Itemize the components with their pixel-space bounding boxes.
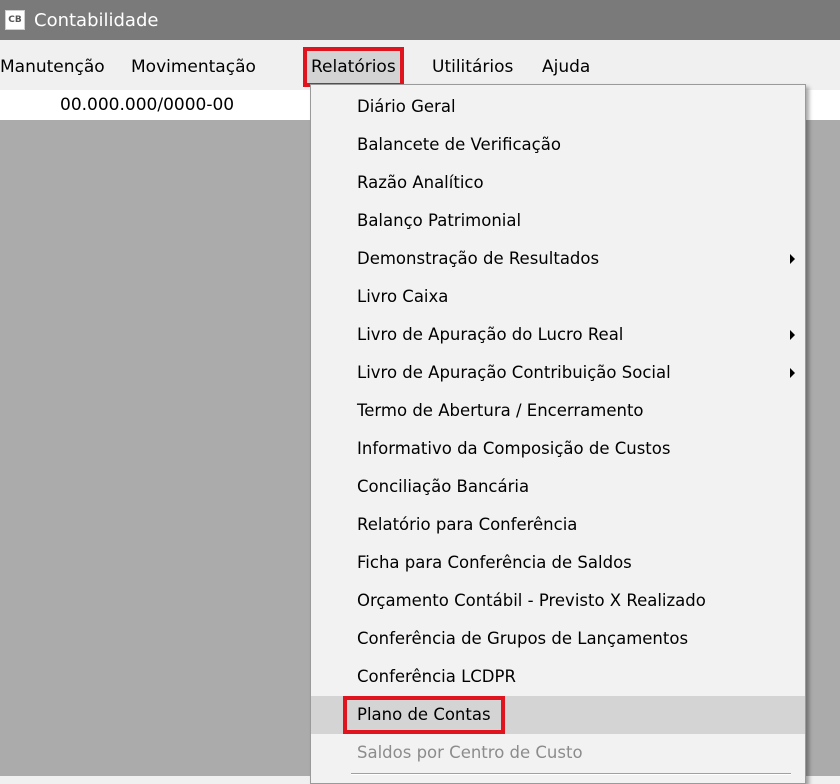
menu-item-label: Demonstração de Resultados bbox=[357, 249, 600, 268]
menu-item-razao-analitico[interactable]: Razão Analítico bbox=[311, 164, 805, 202]
window-title: Contabilidade bbox=[34, 9, 159, 31]
menu-item-label: Diário Geral bbox=[357, 97, 456, 116]
submenu-arrow-icon bbox=[790, 254, 795, 264]
menu-item-diario-geral[interactable]: Diário Geral bbox=[311, 88, 805, 126]
menu-item-ficha-conferencia-saldos[interactable]: Ficha para Conferência de Saldos bbox=[311, 544, 805, 582]
menu-item-label: Balancete de Verificação bbox=[357, 135, 561, 154]
menu-item-demonstracao-resultados[interactable]: Demonstração de Resultados bbox=[311, 240, 805, 278]
menu-item-composicao-custos[interactable]: Informativo da Composição de Custos bbox=[311, 430, 805, 468]
menu-item-label: Conciliação Bancária bbox=[357, 477, 530, 496]
menu-item-orcamento-contabil[interactable]: Orçamento Contábil - Previsto X Realizad… bbox=[311, 582, 805, 620]
menu-relatorios[interactable]: Relatórios bbox=[303, 47, 404, 87]
menu-item-label: Conferência de Grupos de Lançamentos bbox=[357, 629, 689, 648]
menu-item-label: Livro Caixa bbox=[357, 287, 449, 306]
menu-item-label: Balanço Patrimonial bbox=[357, 211, 522, 230]
menu-item-label: Informativo da Composição de Custos bbox=[357, 439, 671, 458]
submenu-arrow-icon bbox=[790, 368, 795, 378]
menu-item-livro-caixa[interactable]: Livro Caixa bbox=[311, 278, 805, 316]
menu-ajuda[interactable]: Ajuda bbox=[542, 47, 590, 87]
menu-item-relatorio-conferencia[interactable]: Relatório para Conferência bbox=[311, 506, 805, 544]
menu-item-conciliacao-bancaria[interactable]: Conciliação Bancária bbox=[311, 468, 805, 506]
menu-item-conferencia-grupos[interactable]: Conferência de Grupos de Lançamentos bbox=[311, 620, 805, 658]
menu-movimentacao[interactable]: Movimentação bbox=[131, 47, 256, 87]
app-icon[interactable]: CB bbox=[5, 10, 25, 30]
menu-item-termo-abertura[interactable]: Termo de Abertura / Encerramento bbox=[311, 392, 805, 430]
menu-item-conferencia-lcdpr[interactable]: Conferência LCDPR bbox=[311, 658, 805, 696]
title-bar: CB Contabilidade bbox=[0, 0, 840, 40]
menu-item-label: Razão Analítico bbox=[357, 173, 484, 192]
menu-separator bbox=[351, 773, 791, 775]
cnpj-label: 00.000.000/0000-00 bbox=[60, 95, 235, 115]
menu-bar: Manutenção Movimentação Relatórios Utili… bbox=[0, 47, 840, 87]
menu-item-balancete-verificacao[interactable]: Balancete de Verificação bbox=[311, 126, 805, 164]
menu-item-label: Livro de Apuração Contribuição Social bbox=[357, 363, 671, 382]
menu-item-label: Relatório para Conferência bbox=[357, 515, 578, 534]
menu-item-label: Termo de Abertura / Encerramento bbox=[357, 401, 644, 420]
menu-utilitarios[interactable]: Utilitários bbox=[432, 47, 513, 87]
menu-item-balanco-patrimonial[interactable]: Balanço Patrimonial bbox=[311, 202, 805, 240]
menu-manutencao[interactable]: Manutenção bbox=[0, 47, 105, 87]
submenu-arrow-icon bbox=[790, 330, 795, 340]
menu-item-label: Plano de Contas bbox=[343, 696, 505, 734]
menu-item-plano-de-contas[interactable]: Plano de Contas bbox=[311, 696, 805, 734]
menu-item-label: Conferência LCDPR bbox=[357, 667, 516, 686]
menu-item-saldos-centro-custo: Saldos por Centro de Custo bbox=[311, 734, 805, 772]
menu-item-contribuicao-social[interactable]: Livro de Apuração Contribuição Social bbox=[311, 354, 805, 392]
menu-item-label: Livro de Apuração do Lucro Real bbox=[357, 325, 624, 344]
menu-item-label: Orçamento Contábil - Previsto X Realizad… bbox=[357, 591, 706, 610]
relatorios-dropdown: Diário Geral Balancete de Verificação Ra… bbox=[310, 84, 806, 784]
menu-item-lucro-real[interactable]: Livro de Apuração do Lucro Real bbox=[311, 316, 805, 354]
menu-item-label: Ficha para Conferência de Saldos bbox=[357, 553, 632, 572]
menu-item-label: Saldos por Centro de Custo bbox=[357, 743, 583, 762]
